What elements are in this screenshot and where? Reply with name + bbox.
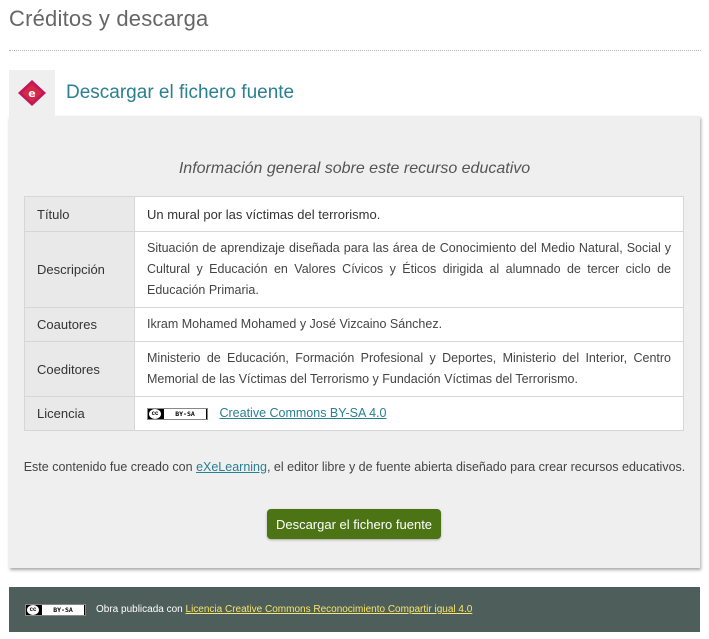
row-label: Título (24, 196, 135, 232)
table-row: Coeditores Ministerio de Educación, Form… (24, 341, 684, 397)
license-link[interactable]: Creative Commons BY-SA 4.0 (219, 406, 386, 420)
footer-text: Obra publicada con (96, 604, 183, 615)
download-source-button[interactable]: Descargar el fichero fuente (267, 509, 441, 539)
idevice-title: Descargar el fichero fuente (66, 82, 295, 103)
row-value: Situación de aprendizaje diseñada para l… (134, 231, 684, 308)
title-divider (9, 50, 701, 51)
table-row: Coautores Ikram Mohamed Mohamed y José V… (24, 307, 684, 342)
cc-by-sa-icon[interactable]: cc BY-SA (25, 603, 86, 616)
license-cell: cc BY-SA Creative Commons BY-SA 4.0 (134, 396, 684, 431)
page-title: Créditos y descarga (9, 6, 209, 31)
idevice-header: e Descargar el fichero fuente (9, 70, 701, 116)
cc-by-sa-icon[interactable]: cc BY-SA (147, 407, 208, 420)
row-label: Descripción (24, 231, 135, 308)
info-table: Título Un mural por las víctimas del ter… (24, 196, 684, 431)
row-value: Ministerio de Educación, Formación Profe… (134, 341, 684, 397)
row-label: Licencia (24, 396, 135, 431)
exelearning-link[interactable]: eXeLearning (196, 460, 267, 474)
svg-text:e: e (28, 87, 35, 100)
info-heading: Información general sobre este recurso e… (178, 160, 531, 177)
row-label: Coeditores (24, 341, 135, 397)
download-panel: Información general sobre este recurso e… (9, 116, 700, 568)
footer-license-link[interactable]: Licencia Creative Commons Reconocimiento… (186, 604, 473, 615)
row-label: Coautores (24, 307, 135, 342)
table-row: Descripción Situación de aprendizaje dis… (24, 231, 684, 308)
footer: cc BY-SA Obra publicada con Licencia Cre… (9, 587, 700, 632)
row-value: Ikram Mohamed Mohamed y José Vizcaino Sá… (134, 307, 684, 342)
row-value: Un mural por las víctimas del terrorismo… (134, 196, 684, 232)
exe-logo-icon: e (9, 70, 55, 116)
credit-text: Este contenido fue creado con eXeLearnin… (23, 460, 686, 474)
table-row: Título Un mural por las víctimas del ter… (24, 196, 684, 232)
table-row: Licencia cc BY-SA Creative Commons BY-SA… (24, 396, 684, 431)
